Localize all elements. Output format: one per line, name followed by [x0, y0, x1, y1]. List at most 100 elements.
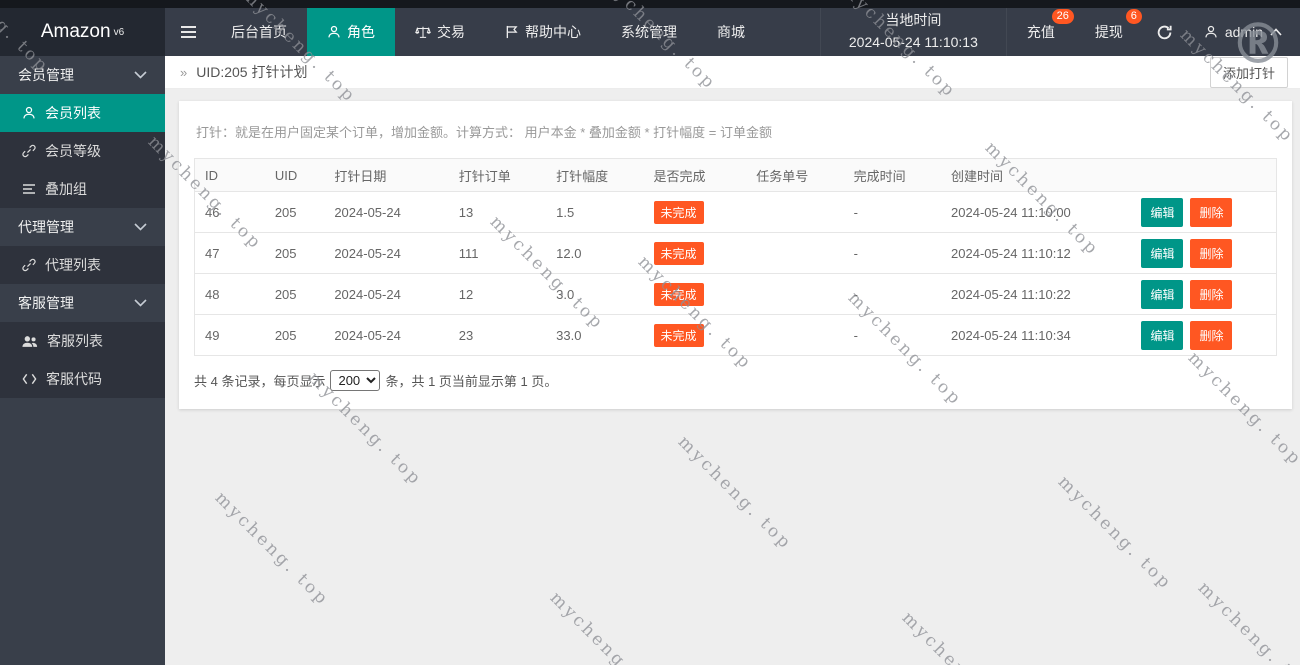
sidebar-group-5[interactable]: 代理管理	[0, 208, 165, 246]
sidebar-item-9[interactable]: 客服代码	[0, 360, 165, 398]
refresh-button[interactable]	[1143, 8, 1186, 56]
hamburger-icon	[180, 25, 197, 39]
table-cell: 48	[194, 273, 265, 315]
link-icon	[22, 258, 36, 272]
table-cell: 23	[448, 314, 547, 356]
sidebar-group-7[interactable]: 客服管理	[0, 284, 165, 322]
topnav-item-label: 商城	[717, 24, 745, 40]
sidebar-item-8[interactable]: 客服列表	[0, 322, 165, 360]
sidebar-item-label: 会员管理	[18, 67, 74, 83]
brand-logo: Amazon v6	[0, 8, 165, 56]
table-column-header: 打针幅度	[546, 158, 644, 192]
chevron-down-icon	[134, 71, 147, 79]
status-badge: 未完成	[653, 323, 704, 347]
table-cell	[746, 314, 844, 356]
edit-button[interactable]: 编辑	[1141, 320, 1184, 350]
page-size-select[interactable]: 200	[330, 370, 381, 391]
table-cell: 2024-05-24	[324, 314, 449, 356]
table-column-header: 完成时间	[843, 158, 942, 192]
table-cell: 33.0	[546, 314, 644, 356]
sidebar-item-3[interactable]: 会员等级	[0, 132, 165, 170]
table-cell	[746, 273, 844, 315]
delete-button[interactable]: 删除	[1190, 238, 1233, 268]
add-injection-button[interactable]: 添加打针	[1209, 56, 1288, 88]
topnav-item-6[interactable]: 商城	[697, 8, 765, 56]
topnav-item-label: 系统管理	[621, 24, 677, 40]
edit-button[interactable]: 编辑	[1141, 279, 1184, 309]
table-cell: 3.0	[546, 273, 644, 315]
sidebar-item-label: 会员等级	[45, 143, 101, 159]
content: 打针：就是在用户固定某个订单，增加金额。计算方式： 用户本金 * 叠加金额 * …	[165, 89, 1300, 409]
top-navbar: Amazon v6 后台首页 角色 交易 帮助中心 系统管理 商城 当地时间 2024-05…	[0, 8, 1300, 56]
topnav-menu: 后台首页 角色 交易 帮助中心 系统管理 商城	[211, 8, 765, 56]
recharge-menu[interactable]: 充值 26	[1007, 8, 1075, 56]
topnav-item-4[interactable]: 帮助中心	[485, 8, 601, 56]
code-icon	[22, 373, 37, 385]
window-top-strip	[0, 0, 1300, 8]
table-cell: 205	[264, 191, 325, 233]
table-cell: -	[843, 273, 942, 315]
chevron-down-icon	[134, 299, 147, 307]
table-cell: 205	[264, 273, 325, 315]
topnav-item-label: 交易	[437, 24, 465, 40]
topnav-item-5[interactable]: 系统管理	[601, 8, 697, 56]
topnav-item-label: 后台首页	[231, 24, 287, 40]
table-column-header: 创建时间	[941, 158, 1098, 192]
table-cell: 12.0	[546, 232, 644, 274]
sidebar-item-label: 客服列表	[47, 333, 103, 349]
admin-user-menu[interactable]: admin	[1186, 8, 1300, 56]
table-column-header: 任务单号	[746, 158, 844, 192]
delete-button[interactable]: 删除	[1190, 197, 1233, 227]
sidebar-item-label: 客服代码	[46, 371, 102, 387]
withdraw-menu[interactable]: 提现 6	[1075, 8, 1143, 56]
table-cell: 2024-05-24 11:10:22	[941, 273, 1098, 315]
table-cell: 46	[194, 191, 265, 233]
table-cell-actions: 编辑 删除	[1097, 314, 1277, 356]
topnav-item-3[interactable]: 交易	[395, 8, 485, 56]
table-column-header: 打针日期	[324, 158, 449, 192]
list-icon	[22, 183, 36, 195]
edit-button[interactable]: 编辑	[1141, 238, 1184, 268]
sidebar-item-6[interactable]: 代理列表	[0, 246, 165, 284]
table-cell-status: 未完成	[643, 273, 747, 315]
status-badge: 未完成	[653, 200, 704, 224]
refresh-icon	[1156, 24, 1173, 41]
topnav-right: 当地时间 2024-05-24 11:10:13 充值 26 提现 6 admi…	[819, 8, 1300, 56]
admin-username: admin	[1224, 24, 1263, 40]
breadcrumb-arrow-icon: »	[180, 64, 188, 80]
info-text: 打针：就是在用户固定某个订单，增加金额。计算方式： 用户本金 * 叠加金额 * …	[196, 125, 772, 140]
edit-button[interactable]: 编辑	[1141, 197, 1184, 227]
table-cell: -	[843, 232, 942, 274]
table-column-header: 打针订单	[448, 158, 547, 192]
user-icon	[327, 25, 341, 39]
recharge-label: 充值	[1026, 24, 1055, 40]
pagination: 共 4 条记录，每页显示 200 条，共 1 页当前显示第 1 页。	[194, 370, 1277, 391]
table-column-header: UID	[264, 158, 325, 192]
topnav-item-1[interactable]: 后台首页	[211, 8, 307, 56]
scales-icon	[415, 25, 431, 40]
table-header-row: ID UID 打针日期 打针订单 打针幅度 是否完成 任务单号 完成时间 创建时间	[194, 158, 1277, 192]
table-row: 46 205 2024-05-24 13 1.5 未完成 -2024-05-24 11:10…	[194, 191, 1277, 233]
table-row: 47 205 2024-05-24 111 12.0 未完成 -2024-05-24 11:…	[194, 232, 1277, 274]
table-row: 49 205 2024-05-24 23 33.0 未完成 -2024-05-24 11:1…	[194, 314, 1277, 356]
table-cell: -	[843, 191, 942, 233]
table-cell: 205	[264, 232, 325, 274]
sidebar: 会员管理会员列表会员等级叠加组 代理管理 代理列表客服管理客服列表客服代码	[0, 56, 165, 665]
sidebar-group-1[interactable]: 会员管理	[0, 56, 165, 94]
topnav-item-2[interactable]: 角色	[307, 8, 395, 56]
users-icon	[22, 335, 38, 348]
local-time-block: 当地时间 2024-05-24 11:10:13	[819, 8, 1007, 56]
topnav-item-label: 角色	[347, 24, 375, 40]
sidebar-item-2[interactable]: 会员列表	[0, 94, 165, 132]
collapse-menu-button[interactable]	[165, 8, 211, 56]
sidebar-item-4[interactable]: 叠加组	[0, 170, 165, 208]
delete-button[interactable]: 删除	[1190, 279, 1233, 309]
table-cell	[746, 232, 844, 274]
table-cell-actions: 编辑 删除	[1097, 232, 1277, 274]
status-badge: 未完成	[653, 282, 704, 306]
chevron-down-icon	[134, 223, 147, 231]
sidebar-item-label: 客服管理	[18, 295, 74, 311]
breadcrumb-bar: » UID:205 打针计划 添加打针	[165, 56, 1300, 89]
recharge-count-badge: 26	[1051, 9, 1074, 24]
delete-button[interactable]: 删除	[1190, 320, 1233, 350]
